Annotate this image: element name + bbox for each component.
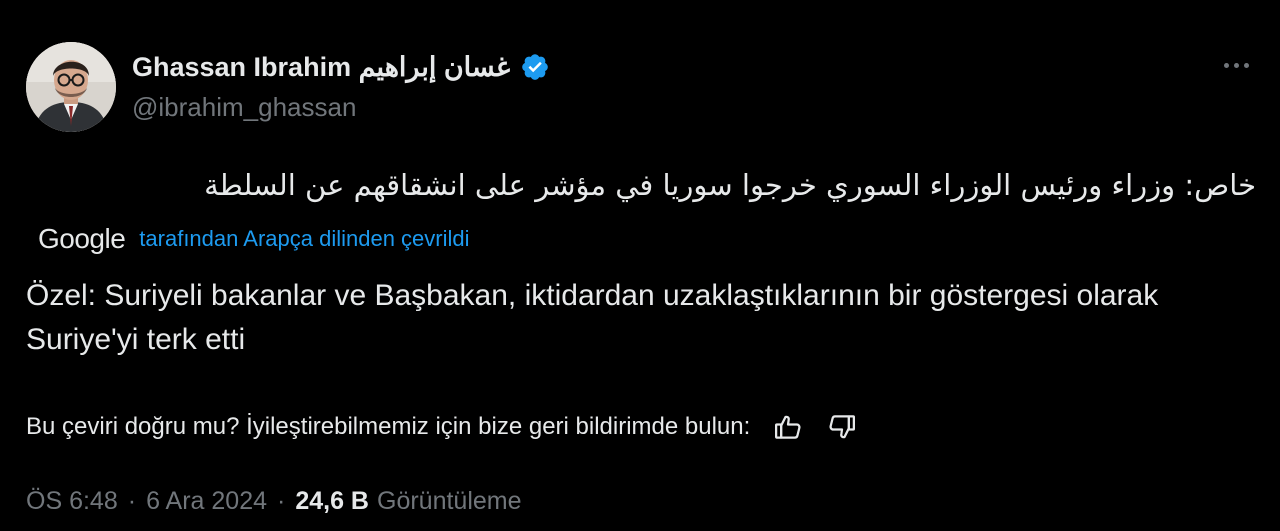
- author-name[interactable]: Ghassan Ibrahim غسان إبراهيم: [132, 48, 550, 86]
- tweet-original-text: خاص: وزراء ورئيس الوزراء السوري خرجوا سو…: [204, 168, 1256, 202]
- verified-badge-icon[interactable]: [520, 52, 550, 82]
- avatar-image: [26, 42, 116, 132]
- tweet-card: Ghassan Ibrahim غسان إبراهيم @ibrahim_gh…: [0, 0, 1280, 531]
- more-options-icon[interactable]: [1216, 50, 1256, 80]
- thumbs-up-icon[interactable]: [772, 411, 804, 443]
- author-handle[interactable]: @ibrahim_ghassan: [132, 92, 356, 123]
- thumbs-down-icon[interactable]: [826, 411, 858, 443]
- google-logo: Google: [38, 223, 126, 254]
- feedback-prompt: Bu çeviri doğru mu? İyileştirebilmemiz i…: [26, 413, 751, 440]
- tweet-translated-text: Özel: Suriyeli bakanlar ve Başbakan, ikt…: [26, 279, 1159, 356]
- tweet-time[interactable]: ÖS 6:48: [26, 487, 118, 516]
- translation-attribution: Google tarafından Arapça dilinden çevril…: [38, 221, 470, 257]
- author-display-name[interactable]: Ghassan Ibrahim غسان إبراهيم: [132, 52, 510, 83]
- tweet-date[interactable]: 6 Ara 2024: [146, 487, 267, 516]
- views-label: Görüntüleme: [377, 486, 522, 515]
- avatar[interactable]: [26, 42, 116, 132]
- meta-separator: ·: [277, 486, 286, 515]
- translation-feedback: Bu çeviri doğru mu? İyileştirebilmemiz i…: [26, 409, 858, 445]
- meta-separator: ·: [127, 486, 137, 515]
- translation-source-link[interactable]: tarafından Arapça dilinden çevrildi: [139, 226, 469, 252]
- views-count: 24,6 B: [295, 486, 369, 515]
- tweet-metadata: ÖS 6:48 · 6 Ara 2024 · 24,6 B Görüntülem…: [26, 483, 522, 519]
